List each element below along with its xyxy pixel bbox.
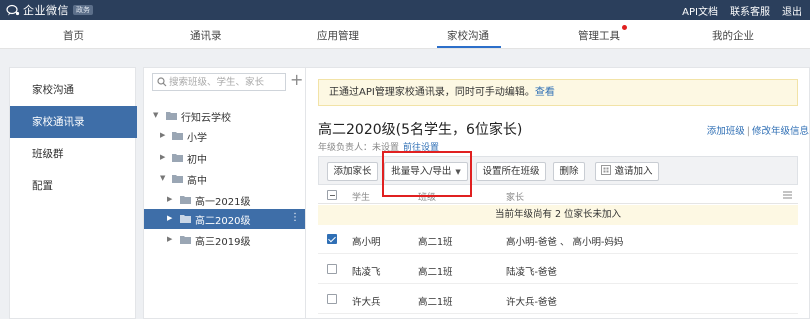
caret-right-icon[interactable]: ▶ bbox=[160, 131, 168, 139]
set-class-button[interactable]: 设置所在班级 bbox=[476, 162, 546, 181]
more-options-icon[interactable]: ⋮ bbox=[290, 212, 300, 223]
grade-actions: 添加班级 | 修改年级信息 bbox=[707, 123, 809, 137]
nav-item-home[interactable]: 首页 bbox=[63, 28, 84, 43]
class-name: 高二1班 bbox=[418, 297, 453, 308]
caret-right-icon[interactable]: ▶ bbox=[167, 195, 175, 203]
row-checkbox[interactable] bbox=[327, 234, 337, 244]
tree-node-label: 高一2021级 bbox=[195, 197, 251, 208]
sidebar-item-contacts[interactable]: 家校通讯录 bbox=[10, 106, 137, 138]
folder-icon bbox=[166, 112, 177, 120]
nav-item-home-school[interactable]: 家校沟通 bbox=[447, 28, 489, 43]
column-header-student[interactable]: 学生 bbox=[352, 190, 370, 203]
tree-node-selected[interactable]: ▶ 高二2020级 ⋮ bbox=[144, 209, 306, 229]
logo-text: 企业微信 bbox=[23, 4, 69, 17]
api-notice-banner: 正通过API管理家校通讯录，同时可手动编辑。查看 bbox=[318, 79, 798, 106]
invite-button[interactable]: 邀请加入 bbox=[595, 162, 659, 181]
logo[interactable]: 企业微信 政务 bbox=[6, 2, 93, 18]
add-class-link[interactable]: 添加班级 bbox=[707, 126, 745, 137]
notification-dot bbox=[622, 25, 627, 30]
nav-item-contacts[interactable]: 通讯录 bbox=[190, 28, 222, 43]
folder-icon bbox=[172, 132, 183, 140]
edit-grade-link[interactable]: 修改年级信息 bbox=[752, 126, 809, 137]
caret-right-icon[interactable]: ▶ bbox=[167, 214, 175, 222]
tree-search-box[interactable] bbox=[152, 73, 286, 91]
logout-link[interactable]: 退出 bbox=[782, 3, 802, 18]
notice-view-link[interactable]: 查看 bbox=[535, 87, 555, 98]
sidebar-item-home-school[interactable]: 家校沟通 bbox=[10, 74, 137, 106]
column-header-parents[interactable]: 家长 bbox=[506, 190, 524, 203]
sidebar: 家校沟通 家校通讯录 班级群 配置 bbox=[9, 67, 137, 319]
student-name: 高小明 bbox=[352, 237, 381, 248]
tree-node[interactable]: ▼ 行知云学校 bbox=[144, 106, 306, 126]
class-name: 高二1班 bbox=[418, 267, 453, 278]
tree-node-label: 小学 bbox=[187, 133, 207, 144]
caret-right-icon[interactable]: ▶ bbox=[167, 235, 175, 243]
tree-node[interactable]: ▼ 高中 bbox=[144, 169, 306, 189]
tree-node-label: 高中 bbox=[187, 176, 207, 187]
delete-button[interactable]: 删除 bbox=[553, 162, 585, 181]
nav-item-apps[interactable]: 应用管理 bbox=[317, 28, 359, 43]
tree-node[interactable]: ▶ 初中 bbox=[144, 148, 306, 168]
parent-names: 许大兵-爸爸 bbox=[506, 297, 557, 308]
folder-icon bbox=[172, 154, 183, 162]
top-bar: 企业微信 政务 API文档 联系客服 退出 bbox=[0, 0, 810, 20]
folder-icon bbox=[172, 175, 183, 183]
add-parent-button[interactable]: 添加家长 bbox=[327, 162, 378, 181]
wechat-work-logo-icon bbox=[6, 4, 20, 16]
table-row[interactable]: 高小明 高二1班 高小明-爸爸 、 高小明-妈妈 bbox=[318, 225, 798, 254]
content-panel: 正通过API管理家校通讯录，同时可手动编辑。查看 高二2020级(5名学生，6位… bbox=[305, 67, 810, 319]
contact-support-link[interactable]: 联系客服 bbox=[730, 3, 770, 18]
api-docs-link[interactable]: API文档 bbox=[682, 3, 718, 18]
tree-node[interactable]: ▶ 高一2021级 bbox=[144, 190, 306, 210]
caret-right-icon[interactable]: ▶ bbox=[160, 153, 168, 161]
column-settings-icon[interactable] bbox=[783, 191, 792, 199]
add-node-button[interactable]: + bbox=[290, 70, 303, 90]
parent-names: 高小明-爸爸 、 高小明-妈妈 bbox=[506, 237, 624, 248]
row-checkbox[interactable] bbox=[327, 264, 337, 274]
tree-search-input[interactable] bbox=[169, 75, 283, 89]
tree-node-label: 高二2020级 bbox=[195, 216, 251, 227]
folder-icon bbox=[180, 196, 191, 204]
select-all-checkbox[interactable] bbox=[327, 190, 337, 200]
search-icon bbox=[157, 77, 167, 87]
folder-icon bbox=[180, 236, 191, 244]
nav-item-tools[interactable]: 管理工具 bbox=[578, 28, 620, 43]
student-name: 陆凌飞 bbox=[352, 267, 381, 278]
parent-names: 陆凌飞-爸爸 bbox=[506, 267, 557, 278]
notice-text: 正通过API管理家校通讯录，同时可手动编辑。 bbox=[329, 87, 535, 98]
sidebar-item-config[interactable]: 配置 bbox=[10, 170, 137, 202]
tree-node-label: 行知云学校 bbox=[181, 113, 231, 124]
tree-node[interactable]: ▶ 高三2019级 bbox=[144, 230, 306, 250]
sidebar-item-class-groups[interactable]: 班级群 bbox=[10, 138, 137, 170]
main-nav: 首页 通讯录 应用管理 家校沟通 管理工具 我的企业 bbox=[0, 20, 810, 49]
org-tree-panel: + ▼ 行知云学校 ▶ 小学 ▶ 初中 ▼ 高中 ▶ 高一2021级 ▶ 高二2… bbox=[143, 67, 306, 319]
tree-node-label: 高三2019级 bbox=[195, 237, 251, 248]
student-name: 许大兵 bbox=[352, 297, 381, 308]
logo-badge: 政务 bbox=[73, 5, 93, 15]
nav-active-indicator bbox=[437, 46, 501, 48]
invite-icon bbox=[601, 165, 612, 175]
nav-item-my-company[interactable]: 我的企业 bbox=[712, 28, 754, 43]
invite-label: 邀请加入 bbox=[614, 166, 653, 177]
folder-icon bbox=[180, 215, 191, 223]
table-row[interactable]: 许大兵 高二1班 许大兵-爸爸 bbox=[318, 285, 798, 314]
grade-title: 高二2020级(5名学生，6位家长) bbox=[318, 122, 523, 138]
table-row[interactable]: 陆凌飞 高二1班 陆凌飞-爸爸 bbox=[318, 255, 798, 284]
row-checkbox[interactable] bbox=[327, 294, 337, 304]
action-separator: | bbox=[746, 126, 750, 137]
pending-parents-notice: 当前年级尚有 2 位家长未加入 bbox=[318, 205, 798, 225]
caret-down-icon[interactable]: ▼ bbox=[160, 174, 168, 182]
highlight-box bbox=[382, 151, 472, 197]
caret-down-icon[interactable]: ▼ bbox=[153, 111, 161, 119]
class-name: 高二1班 bbox=[418, 237, 453, 248]
tree-node-label: 初中 bbox=[187, 155, 207, 166]
tree-node[interactable]: ▶ 小学 bbox=[144, 126, 306, 146]
